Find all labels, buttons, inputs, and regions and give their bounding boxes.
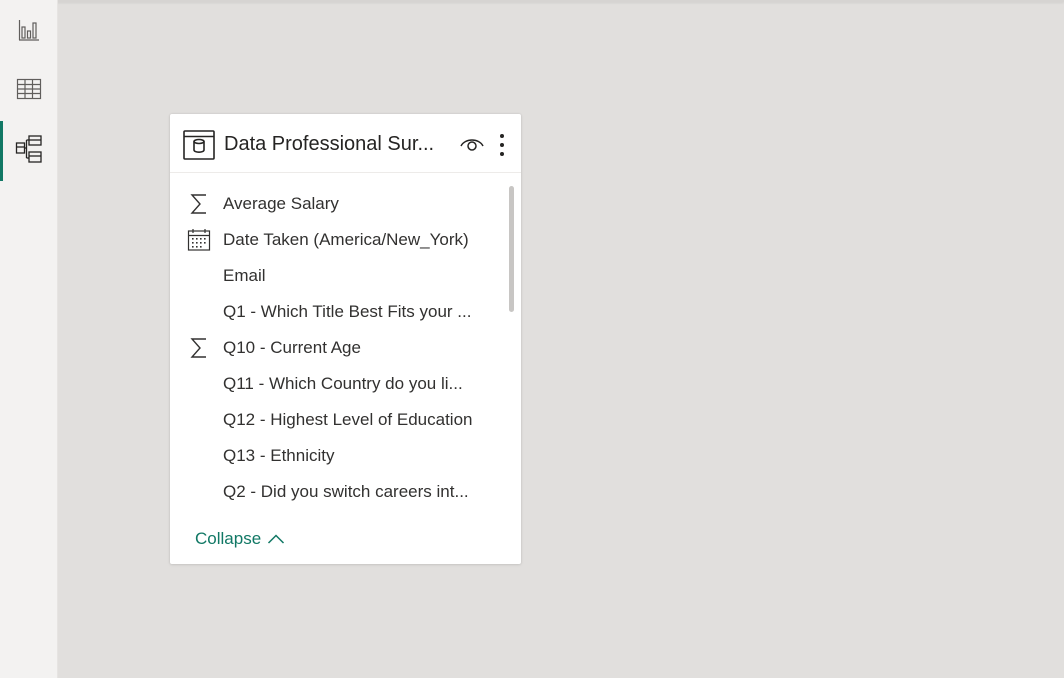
field-icon-empty [186, 444, 212, 468]
field-row[interactable]: Q10 - Current Age [170, 330, 506, 366]
table-grid-icon [16, 78, 41, 100]
field-list: Average Salary Date Taken (America/New_Yo… [170, 186, 506, 512]
table-icon [183, 130, 215, 160]
chevron-up-icon [268, 534, 285, 544]
field-icon-empty [186, 480, 212, 504]
report-view-button[interactable] [0, 2, 57, 58]
field-icon-empty [186, 300, 212, 324]
field-label: Email [223, 266, 266, 285]
field-row[interactable]: Date Taken (America/New_York) [170, 222, 506, 258]
field-row[interactable]: Q11 - Which Country do you li... [170, 366, 506, 402]
model-diagram-icon [15, 135, 42, 163]
field-label: Average Salary [223, 194, 339, 213]
collapse-button[interactable]: Collapse [195, 529, 285, 549]
field-label: Q1 - Which Title Best Fits your ... [223, 302, 472, 321]
sigma-icon [186, 336, 212, 360]
field-label: Q11 - Which Country do you li... [223, 374, 463, 393]
table-card-header[interactable]: Data Professional Sur... [170, 114, 521, 173]
field-label: Q13 - Ethnicity [223, 446, 335, 465]
collapse-label: Collapse [195, 529, 262, 548]
field-label: Q10 - Current Age [223, 338, 361, 357]
field-row[interactable]: Email [170, 258, 506, 294]
field-icon-empty [186, 372, 212, 396]
field-icon-empty [186, 408, 212, 432]
model-view-button[interactable] [0, 121, 57, 181]
field-row[interactable]: Q1 - Which Title Best Fits your ... [170, 294, 506, 330]
sigma-icon [186, 192, 212, 216]
field-row[interactable]: Q12 - Highest Level of Education [170, 402, 506, 438]
field-label: Q2 - Did you switch careers int... [223, 482, 469, 501]
table-card[interactable]: Data Professional Sur... Average Salary D… [170, 114, 521, 564]
calendar-icon [186, 228, 212, 252]
eye-icon[interactable] [459, 134, 485, 154]
field-label: Date Taken (America/New_York) [223, 230, 469, 249]
table-title: Data Professional Sur... [224, 133, 435, 155]
field-row[interactable]: Average Salary [170, 186, 506, 222]
view-switcher-rail [0, 0, 58, 678]
more-options-icon[interactable] [495, 132, 509, 158]
field-icon-empty [186, 264, 212, 288]
data-view-button[interactable] [0, 61, 57, 117]
field-row[interactable]: Q2 - Did you switch careers int... [170, 474, 506, 510]
bar-chart-icon [18, 20, 39, 41]
field-row[interactable]: Q13 - Ethnicity [170, 438, 506, 474]
field-label: Q12 - Highest Level of Education [223, 410, 473, 429]
top-divider [0, 0, 1064, 2]
scrollbar-thumb[interactable] [509, 186, 514, 312]
